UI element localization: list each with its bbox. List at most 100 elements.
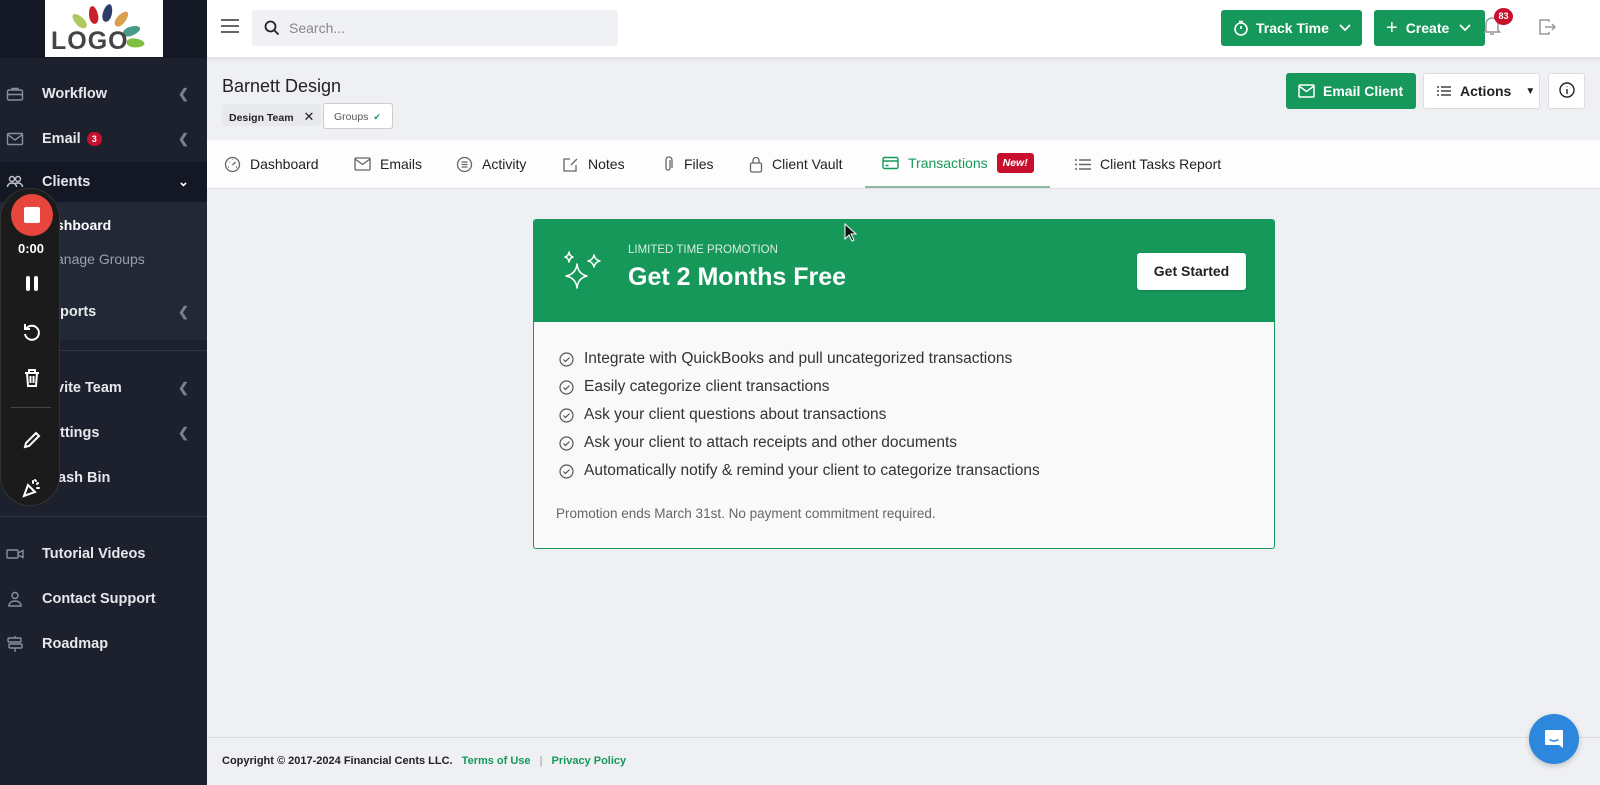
- tab-notes[interactable]: Notes: [562, 140, 625, 188]
- email-unread-badge: 3: [86, 132, 102, 147]
- sidebar-item-tutorial-videos[interactable]: Tutorial Videos: [0, 532, 207, 576]
- promotion-note: Promotion ends March 31st. No payment co…: [556, 506, 936, 521]
- recording-timer: 0:00: [17, 241, 45, 256]
- sidebar-item-workflow[interactable]: Workflow ❮: [0, 72, 207, 116]
- promotion-title: Get 2 Months Free: [628, 263, 847, 291]
- promotion-kicker: LIMITED TIME PROMOTION: [628, 244, 778, 256]
- stop-recording-button[interactable]: [11, 194, 53, 236]
- trash-icon[interactable]: [21, 367, 43, 389]
- restart-icon[interactable]: [21, 321, 43, 343]
- logo-leaf: [126, 37, 145, 49]
- envelope-icon: [354, 157, 371, 171]
- chat-icon: [1543, 728, 1565, 755]
- activity-list-icon: [456, 156, 473, 173]
- check-circle-icon: [559, 407, 574, 423]
- logout-icon[interactable]: [1538, 18, 1557, 41]
- chevron-left-icon: ❮: [178, 86, 189, 101]
- gauge-icon: [224, 156, 241, 173]
- track-time-button[interactable]: Track Time: [1221, 10, 1362, 46]
- logo[interactable]: LOGO: [45, 0, 163, 57]
- submenu-item-manage-groups[interactable]: anage Groups: [56, 251, 145, 267]
- caret-down-icon: ▼: [1525, 85, 1536, 97]
- list-icon: [1075, 158, 1091, 171]
- info-icon: [1558, 81, 1575, 101]
- privacy-policy-link[interactable]: Privacy Policy: [552, 755, 627, 767]
- chevron-down-icon: [1459, 24, 1471, 32]
- check-circle-icon: [559, 435, 574, 451]
- logo-leaf: [87, 5, 100, 25]
- search-icon: [264, 20, 280, 41]
- sparkles-icon: [562, 248, 610, 299]
- sidebar-item-email[interactable]: Email 3 ❮: [0, 117, 207, 161]
- briefcase-icon: [6, 85, 24, 103]
- pencil-icon[interactable]: [21, 429, 43, 451]
- footer: Copyright © 2017-2024 Financial Cents LL…: [222, 755, 626, 767]
- paperclip-icon: [661, 155, 675, 173]
- user-icon: [6, 590, 24, 608]
- terms-of-use-link[interactable]: Terms of Use: [462, 755, 531, 767]
- logo-leaf: [112, 9, 131, 29]
- promotion-header: LIMITED TIME PROMOTION Get 2 Months Free…: [534, 220, 1274, 322]
- video-icon: [6, 545, 24, 563]
- recorder-divider: [11, 407, 51, 408]
- create-button[interactable]: + Create: [1374, 10, 1485, 46]
- feature-item: Ask your client to attach receipts and o…: [559, 434, 957, 452]
- confetti-icon[interactable]: [21, 477, 43, 499]
- top-bar: Track Time + Create 83: [207, 0, 1600, 57]
- logo-leaf: [100, 3, 115, 23]
- get-started-button[interactable]: Get Started: [1137, 253, 1246, 290]
- email-client-button[interactable]: Email Client: [1286, 73, 1416, 109]
- chevron-left-icon: ❮: [178, 380, 189, 395]
- client-tabs: Dashboard Emails Activity Notes Files Cl…: [207, 140, 1600, 189]
- feature-item: Integrate with QuickBooks and pull uncat…: [559, 350, 1012, 368]
- edit-note-icon: [562, 156, 579, 173]
- chevron-down-icon: [1339, 24, 1351, 32]
- tab-files[interactable]: Files: [661, 140, 714, 188]
- feature-item: Automatically notify & remind your clien…: [559, 462, 1040, 480]
- notification-count-badge: 83: [1494, 8, 1513, 25]
- logo-area: LOGO: [0, 0, 207, 58]
- hamburger-menu-icon[interactable]: [221, 19, 239, 33]
- chevron-left-icon: ❮: [178, 425, 189, 440]
- pause-icon[interactable]: [21, 273, 43, 295]
- sidebar-item-contact-support[interactable]: Contact Support: [0, 577, 207, 621]
- credit-card-icon: [882, 156, 899, 170]
- mouse-cursor-icon: [844, 222, 858, 248]
- check-circle-icon: [559, 351, 574, 367]
- envelope-icon: [1298, 84, 1315, 98]
- actions-dropdown-button[interactable]: Actions ▼: [1423, 73, 1540, 109]
- info-button[interactable]: [1548, 73, 1585, 109]
- client-name-title: Barnett Design: [222, 76, 342, 96]
- footer-divider: [207, 737, 1600, 738]
- sidebar-divider: [0, 516, 207, 517]
- check-circle-icon: [559, 379, 574, 395]
- search-input[interactable]: [289, 10, 609, 46]
- new-badge: New!: [996, 153, 1034, 173]
- tab-client-tasks-report[interactable]: Client Tasks Report: [1075, 140, 1221, 188]
- tab-transactions[interactable]: Transactions New!: [865, 140, 1050, 188]
- groups-dropdown[interactable]: Groups ✔: [323, 103, 393, 129]
- tab-dashboard[interactable]: Dashboard: [224, 140, 319, 188]
- footer-separator: |: [539, 755, 543, 767]
- list-icon: [1437, 85, 1451, 97]
- logo-text: LOGO: [51, 27, 129, 55]
- sidebar-item-roadmap[interactable]: Roadmap: [0, 622, 207, 666]
- copyright-text: Copyright © 2017-2024 Financial Cents LL…: [222, 755, 453, 767]
- envelope-icon: [6, 130, 24, 148]
- design-team-tag: Design Team ✕: [222, 104, 322, 126]
- chevron-left-icon: ❮: [178, 304, 189, 319]
- check-circle-icon: [559, 463, 574, 479]
- remove-tag-icon[interactable]: ✕: [304, 109, 315, 124]
- tab-emails[interactable]: Emails: [354, 140, 422, 188]
- search-bar: [252, 10, 618, 46]
- plus-icon: +: [1386, 17, 1398, 39]
- lock-icon: [749, 156, 763, 173]
- chat-launcher-button[interactable]: [1529, 714, 1579, 764]
- submenu-item-dashboard[interactable]: shboard: [56, 217, 111, 233]
- tab-activity[interactable]: Activity: [456, 140, 526, 188]
- screen-recorder-toolbar: 0:00: [0, 188, 60, 506]
- tab-client-vault[interactable]: Client Vault: [749, 140, 843, 188]
- feature-item: Easily categorize client transactions: [559, 378, 830, 396]
- chevron-left-icon: ❮: [178, 131, 189, 146]
- chevron-down-icon: ✔: [373, 112, 381, 122]
